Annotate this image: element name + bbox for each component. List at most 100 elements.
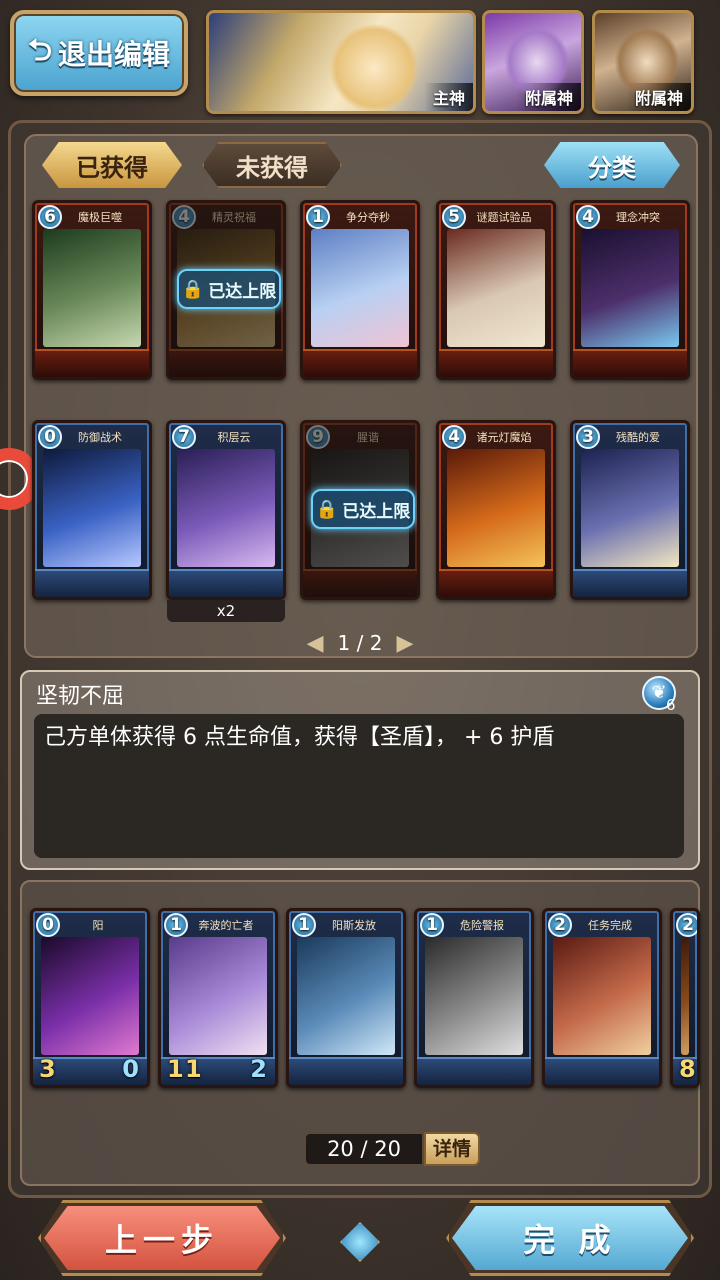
card-name: 诸元灯魔焰 <box>476 431 532 444</box>
tab-unowned[interactable]: 未获得 <box>202 142 342 188</box>
card-name: 奔波的亡者 <box>198 919 254 932</box>
main-god-tag: 主神 <box>424 83 473 111</box>
card-cost: 1 <box>420 913 444 937</box>
collection-card[interactable]: 精灵祝福4🔒已达上限 <box>166 200 286 380</box>
collection-card[interactable]: 防御战术 0 <box>32 420 152 600</box>
deck-card[interactable]: 阳 0 3 0 <box>30 908 150 1088</box>
card-attack: 8 <box>679 1055 696 1083</box>
card-cost: 4 <box>576 205 600 229</box>
collection-card[interactable]: 魔极巨噬 6 <box>32 200 152 380</box>
collection-card[interactable]: 积层云 7 <box>166 420 286 600</box>
card-name: 积层云 <box>217 431 251 444</box>
duplicate-count-tag: x2 <box>167 600 285 622</box>
prev-step-button[interactable]: 上一步 <box>44 1206 280 1270</box>
collection-card[interactable]: 腥谐9🔒已达上限 <box>300 420 420 600</box>
sub-god-tag-1: 附属神 <box>516 83 581 111</box>
card-attack: 3 <box>39 1055 56 1083</box>
sort-button[interactable]: 分类 <box>544 142 680 188</box>
card-cost: 7 <box>172 425 196 449</box>
deck-card[interactable]: 任务完成 2 <box>542 908 662 1088</box>
collection-card[interactable]: 谜题试验品 5 <box>436 200 556 380</box>
card-name: 防御战术 <box>78 431 122 444</box>
card-name: 阳 <box>92 919 104 932</box>
card-art <box>41 937 139 1055</box>
main-god-portrait[interactable]: 主神 <box>206 10 476 114</box>
sub-god-portrait-2[interactable]: 附属神 <box>592 10 694 114</box>
limit-reached-label: 已达上限 <box>342 501 411 522</box>
card-frame-foot <box>289 1057 403 1085</box>
card-health: 2 <box>250 1055 267 1083</box>
exit-edit-label: 退出编辑 <box>58 38 171 71</box>
card-attack: 1 <box>167 1055 184 1083</box>
card-art <box>553 937 651 1055</box>
card-name: 任务完成 <box>588 919 632 932</box>
deck-count: 20 / 20 <box>304 1132 424 1166</box>
card-cost: 5 <box>442 205 466 229</box>
card-art <box>43 229 141 347</box>
card-name: 残酷的爱 <box>616 431 660 444</box>
exit-edit-button[interactable]: ⮌ 退出编辑 <box>10 10 188 96</box>
gem-ornament-icon <box>340 1222 380 1262</box>
deck-card[interactable]: 28 <box>670 908 700 1088</box>
main-god-art <box>329 23 419 111</box>
card-cost: 4 <box>442 425 466 449</box>
tab-owned[interactable]: 已获得 <box>42 142 182 188</box>
lock-icon: 🔒 <box>181 278 205 300</box>
card-detail-cost: 6 <box>666 696 676 714</box>
card-cost: 0 <box>36 913 60 937</box>
card-frame-foot <box>35 569 149 597</box>
card-art <box>43 449 141 567</box>
card-name: 争分夺秒 <box>346 211 390 224</box>
deck-card[interactable]: 危险警报 1 <box>414 908 534 1088</box>
card-name: 谜题试验品 <box>476 211 532 224</box>
card-health-secondary: 1 <box>185 1055 202 1083</box>
card-name: 危险警报 <box>460 919 504 932</box>
limit-reached-label: 已达上限 <box>208 281 277 302</box>
deck-card[interactable]: 阳斯发放 1 <box>286 908 406 1088</box>
card-frame-foot <box>439 349 553 377</box>
lock-icon: 🔒 <box>315 498 339 520</box>
deck-card[interactable]: 奔波的亡者 1 1 2 1 <box>158 908 278 1088</box>
card-frame-foot <box>439 569 553 597</box>
card-art <box>297 937 395 1055</box>
card-art <box>681 937 689 1055</box>
sub-god-portrait-1[interactable]: 附属神 <box>482 10 584 114</box>
card-cost: 3 <box>576 425 600 449</box>
card-frame-foot <box>303 349 417 377</box>
card-cost: 1 <box>306 205 330 229</box>
card-health: 0 <box>122 1055 139 1083</box>
card-art <box>311 229 409 347</box>
collection-card[interactable]: 争分夺秒 1 <box>300 200 420 380</box>
card-cost: 6 <box>38 205 62 229</box>
card-art <box>581 449 679 567</box>
card-art <box>177 449 275 567</box>
card-cost: 1 <box>164 913 188 937</box>
card-art <box>425 937 523 1055</box>
card-art <box>581 229 679 347</box>
card-detail-description: 己方单体获得 6 点生命值，获得【圣盾】， + 6 护盾 <box>34 714 684 858</box>
card-name: 阳斯发放 <box>332 919 376 932</box>
sub-god-tag-2: 附属神 <box>626 83 691 111</box>
collection-card[interactable]: 诸元灯魔焰 4 <box>436 420 556 600</box>
card-cost: 0 <box>38 425 62 449</box>
card-frame-foot <box>35 349 149 377</box>
card-frame-foot <box>169 569 283 597</box>
card-frame-foot <box>573 349 687 377</box>
collection-card[interactable]: 理念冲突 4 <box>570 200 690 380</box>
card-frame-foot <box>573 569 687 597</box>
card-cost: 1 <box>292 913 316 937</box>
next-page-icon[interactable]: ▶ <box>396 631 413 656</box>
done-button[interactable]: 完 成 <box>452 1206 688 1270</box>
card-cost: 2 <box>548 913 572 937</box>
prev-page-icon[interactable]: ◀ <box>307 631 324 656</box>
card-detail-title: 坚韧不屈 <box>36 684 125 709</box>
card-art <box>447 449 545 567</box>
pager: ◀ 1 / 2 ▶ <box>300 628 420 658</box>
card-frame-foot <box>545 1057 659 1085</box>
return-arrow-icon: ⮌ <box>27 32 52 68</box>
card-art <box>169 937 267 1055</box>
card-cost: 2 <box>676 913 697 937</box>
collection-card[interactable]: 残酷的爱 3 <box>570 420 690 600</box>
deck-detail-button[interactable]: 详情 <box>424 1132 480 1166</box>
card-art <box>447 229 545 347</box>
